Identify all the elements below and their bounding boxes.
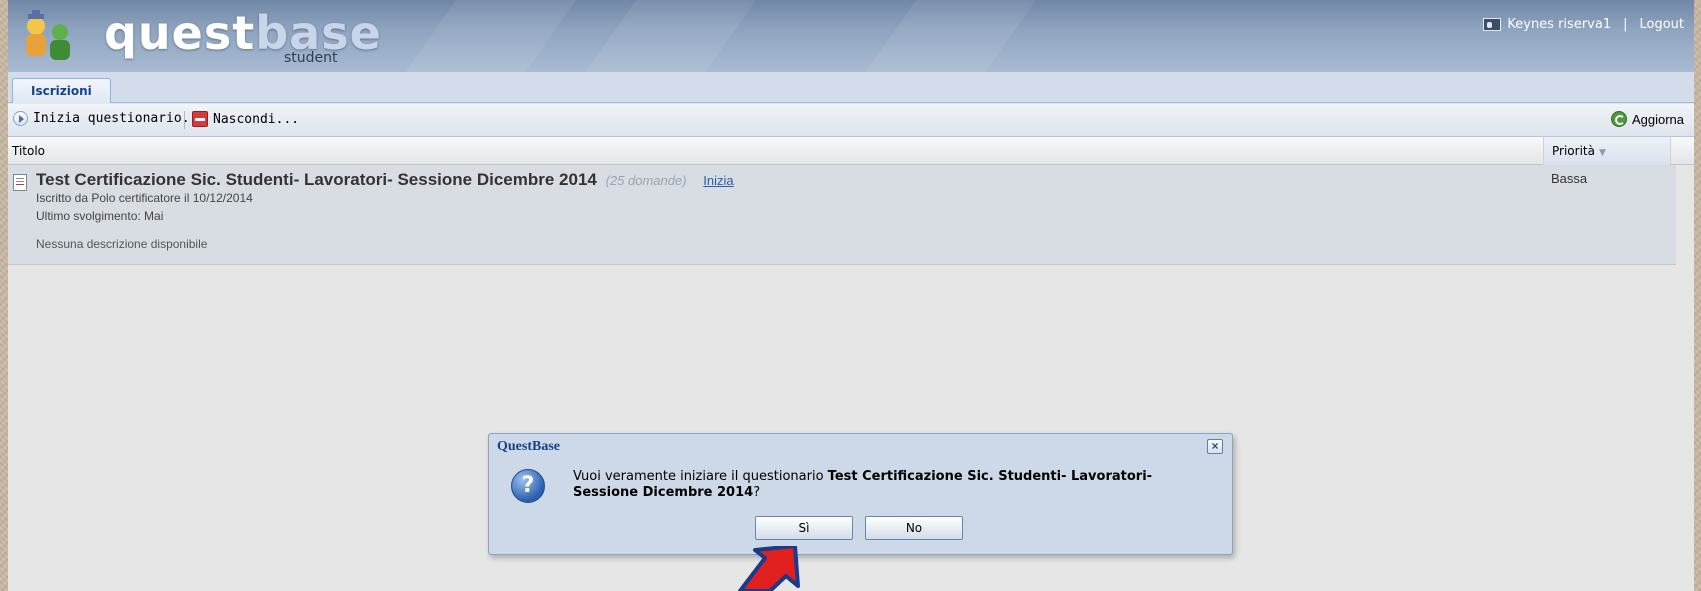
row-description: Nessuna descrizione disponibile: [36, 237, 208, 251]
row-enrolled: Iscritto da Polo certificatore il 10/12/…: [36, 191, 253, 205]
user-bar-separator: |: [1623, 17, 1628, 32]
row-priority: Bassa: [1551, 171, 1588, 186]
column-divider: [1670, 137, 1671, 165]
user-card-icon: [1483, 18, 1502, 31]
refresh-button[interactable]: Aggiorna: [1610, 111, 1684, 127]
question-icon: ?: [511, 469, 545, 503]
brand-subtitle: student: [284, 50, 338, 66]
no-button[interactable]: No: [865, 516, 963, 540]
row-last-run: Ultimo svolgimento: Mai: [36, 209, 164, 223]
app-header: questbase student Keynes riserva1 | Logo…: [8, 0, 1694, 72]
user-bar: Keynes riserva1 | Logout: [1483, 17, 1684, 32]
logout-link[interactable]: Logout: [1639, 17, 1684, 32]
table-row[interactable]: Test Certificazione Sic. Studenti- Lavor…: [8, 165, 1676, 265]
hide-icon: [192, 111, 208, 127]
toolbar: Inizia questionario... Nascondi... Aggio…: [8, 104, 1694, 137]
user-name[interactable]: Keynes riserva1: [1507, 17, 1611, 32]
row-question-count: (25 domande): [605, 173, 687, 188]
dialog-title: QuestBase: [497, 439, 560, 454]
brand-bold: quest: [104, 6, 256, 60]
grid-header: Titolo Priorità ▼: [8, 137, 1694, 165]
dialog-message-suffix: ?: [753, 485, 761, 500]
questionnaire-doc-icon: [13, 174, 27, 191]
brand-logo: questbase: [104, 6, 382, 60]
column-header-priorita[interactable]: Priorità ▼: [1543, 137, 1670, 165]
hide-label: Nascondi...: [213, 111, 300, 127]
toolbar-separator: [184, 111, 185, 129]
close-icon[interactable]: ×: [1207, 439, 1223, 454]
confirm-dialog: QuestBase × ? Vuoi veramente iniziare il…: [488, 433, 1233, 555]
refresh-label: Aggiorna: [1631, 111, 1684, 127]
yes-button[interactable]: Sì: [755, 516, 853, 540]
start-questionnaire-label: Inizia questionario...: [33, 111, 206, 126]
sort-desc-icon: ▼: [1598, 148, 1606, 158]
row-title-text: Test Certificazione Sic. Studenti- Lavor…: [36, 170, 597, 189]
refresh-icon: [1610, 111, 1627, 127]
row-start-link[interactable]: Inizia: [703, 173, 733, 188]
dialog-message-prefix: Vuoi veramente iniziare il questionario: [573, 469, 828, 484]
dialog-message: Vuoi veramente iniziare il questionario …: [573, 469, 1213, 501]
start-questionnaire-button[interactable]: Inizia questionario...: [13, 111, 205, 126]
tab-iscrizioni[interactable]: Iscrizioni: [12, 78, 111, 103]
column-header-titolo[interactable]: Titolo: [12, 144, 45, 158]
row-title: Test Certificazione Sic. Studenti- Lavor…: [36, 170, 734, 190]
column-header-priorita-label: Priorità: [1552, 144, 1595, 158]
logo-icon: [26, 10, 70, 60]
header-decoration: [385, 0, 591, 72]
hide-button[interactable]: Nascondi...: [192, 111, 299, 127]
header-decoration: [845, 0, 1051, 72]
play-icon: [13, 111, 28, 126]
app-window: questbase student Keynes riserva1 | Logo…: [8, 0, 1694, 591]
pointer-arrow-icon: [738, 546, 800, 591]
header-decoration: [565, 0, 771, 72]
tab-strip: Iscrizioni: [8, 72, 1694, 103]
